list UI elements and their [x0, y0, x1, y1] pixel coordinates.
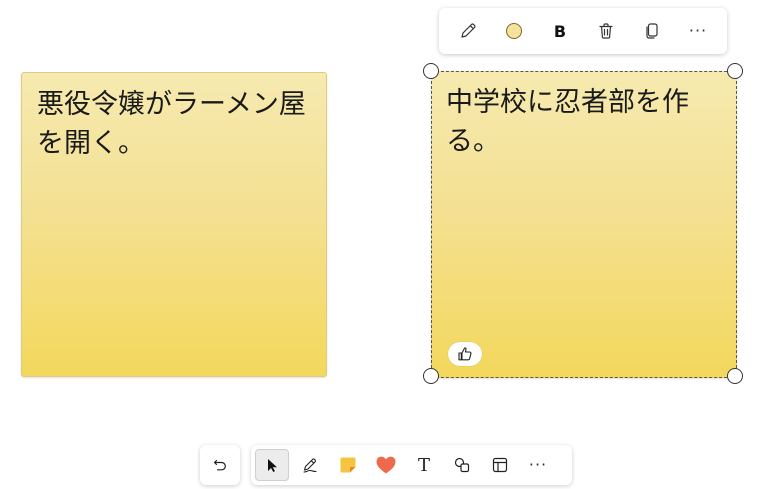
reaction-tool-button[interactable] [369, 449, 403, 481]
select-tool-button[interactable] [255, 449, 289, 481]
sticky-note-text[interactable]: 中学校に忍者部を作る。 [446, 83, 723, 161]
text-tool-button[interactable]: T [407, 449, 441, 481]
note-context-toolbar: B ··· [439, 8, 727, 54]
sticky-note-text[interactable]: 悪役令嬢がラーメン屋を開く。 [37, 85, 312, 163]
pen-tool-button[interactable] [293, 449, 327, 481]
resize-handle-bottom-left[interactable] [423, 368, 439, 384]
add-reaction-button[interactable] [448, 342, 482, 366]
layout-icon [492, 457, 508, 473]
template-tool-button[interactable] [483, 449, 517, 481]
whiteboard-canvas[interactable]: 悪役令嬢がラーメン屋を開く。 中学校に忍者部を作る。 B ··· T ··· [0, 0, 764, 489]
more-options-button[interactable]: ··· [681, 14, 715, 48]
shapes-tool-button[interactable] [445, 449, 479, 481]
resize-handle-bottom-right[interactable] [727, 368, 743, 384]
pencil-icon [461, 23, 476, 38]
bold-icon: B [553, 21, 567, 41]
resize-handle-top-left[interactable] [423, 63, 439, 79]
sticky-note-tool-button[interactable] [331, 449, 365, 481]
text-icon: T [417, 454, 430, 476]
resize-handle-top-right[interactable] [727, 63, 743, 79]
undo-icon [213, 459, 226, 471]
color-button[interactable] [497, 14, 531, 48]
more-icon: ··· [528, 455, 548, 474]
copy-icon [646, 23, 658, 39]
copy-button[interactable] [635, 14, 669, 48]
thumbs-up-icon [458, 347, 472, 361]
sticky-note-icon [340, 457, 356, 473]
undo-button[interactable] [200, 445, 240, 485]
sticky-note[interactable]: 悪役令嬢がラーメン屋を開く。 [21, 72, 327, 377]
edit-button[interactable] [451, 14, 485, 48]
pen-icon [303, 458, 317, 473]
bold-button[interactable]: B [543, 14, 577, 48]
trash-icon [599, 23, 613, 39]
more-tools-button[interactable]: ··· [521, 449, 555, 481]
shapes-icon [454, 457, 470, 473]
sticky-note-selected[interactable]: 中学校に忍者部を作る。 [431, 71, 737, 378]
heart-icon [376, 456, 396, 474]
more-icon: ··· [688, 21, 708, 40]
tools-toolbar: T ··· [251, 445, 572, 485]
pointer-icon [268, 459, 277, 472]
color-swatch [506, 23, 522, 39]
delete-button[interactable] [589, 14, 623, 48]
